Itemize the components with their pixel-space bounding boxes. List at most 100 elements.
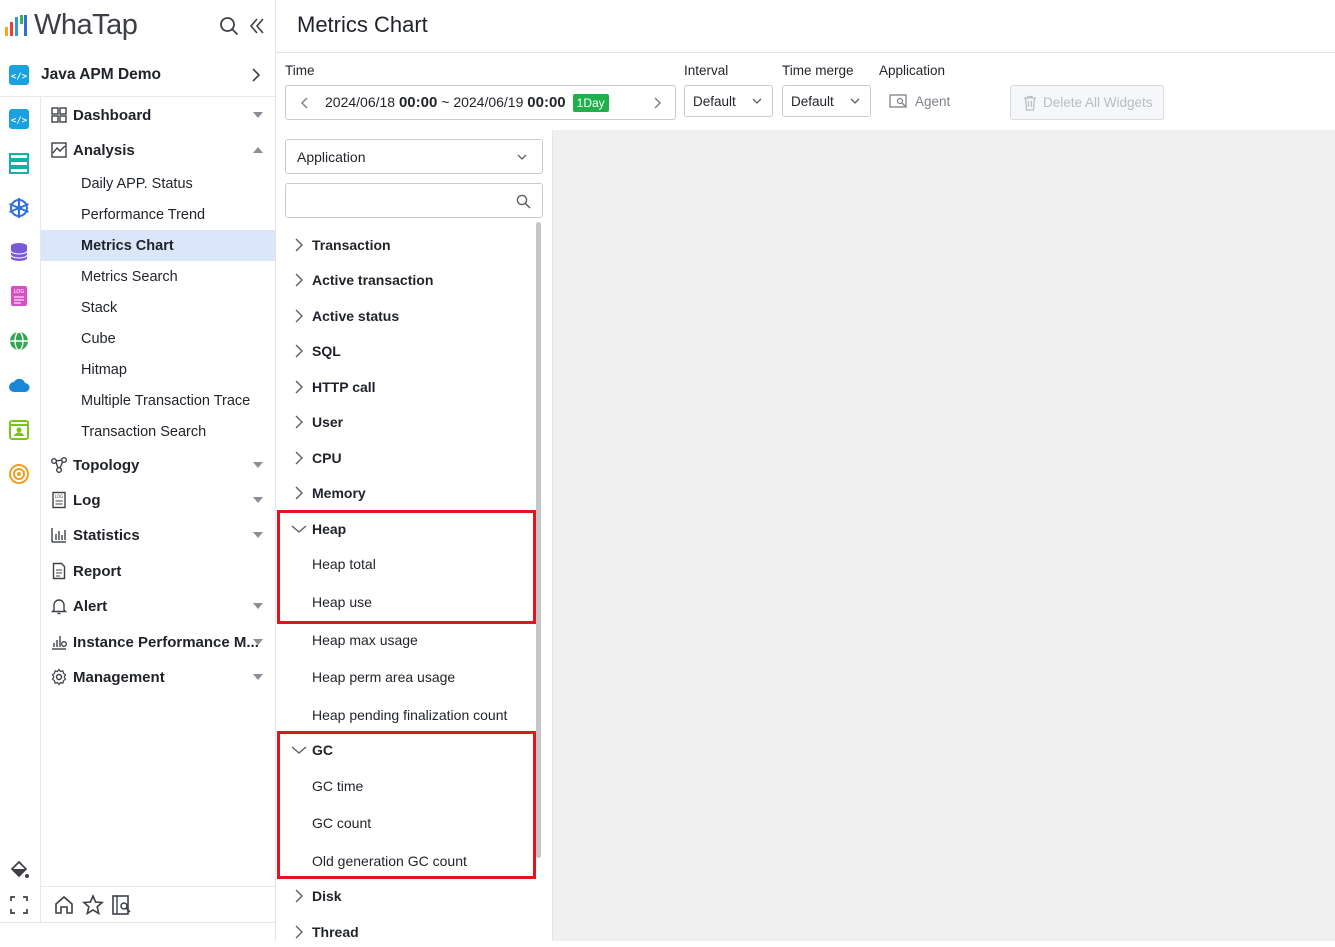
menu-label: Log [73,491,101,509]
submenu-metrics-chart[interactable]: Metrics Chart [41,230,275,261]
database-icon[interactable] [8,241,30,263]
star-icon[interactable] [82,894,104,916]
logo-text: WhaTap [34,8,138,41]
report-icon [52,562,66,580]
metric-category-transaction[interactable]: Transaction [285,230,535,260]
time-end-hm: 00:00 [527,94,566,111]
statistics-icon [51,528,66,543]
time-merge-value: Default [791,93,834,109]
delete-all-widgets-button[interactable]: Delete All Widgets [1010,85,1164,120]
caret-down-icon [253,603,263,609]
submenu-transaction-search[interactable]: Transaction Search [41,416,275,447]
menu-log[interactable]: LOG Log [41,483,275,517]
cloud-icon[interactable] [8,374,30,396]
search-icon [516,194,531,209]
bell-icon [50,599,68,615]
metric-category-cpu[interactable]: CPU [285,443,535,473]
gear-icon [51,668,67,686]
divider [275,0,276,941]
metric-category-sql[interactable]: SQL [285,336,535,366]
metric-category-disk[interactable]: Disk [285,881,535,911]
submenu-multiple-transaction-trace[interactable]: Multiple Transaction Trace [41,385,275,416]
home-icon[interactable] [53,894,75,916]
chevron-down-icon [752,98,762,104]
server-icon[interactable] [8,152,30,174]
metric-search-input[interactable] [285,183,543,218]
submenu-stack[interactable]: Stack [41,292,275,323]
chevron-right-icon [295,380,303,394]
interval-select[interactable]: Default [684,85,773,117]
menu-analysis[interactable]: Analysis [41,133,275,167]
menu-topology[interactable]: Topology [41,448,275,482]
submenu-metrics-search[interactable]: Metrics Search [41,261,275,292]
kubernetes-icon[interactable] [8,197,30,219]
submenu-hitmap[interactable]: Hitmap [41,354,275,385]
metric-category-active-transaction[interactable]: Active transaction [285,265,535,295]
search-page-icon[interactable] [111,894,133,916]
caret-down-icon [253,532,263,538]
metric-category-memory[interactable]: Memory [285,478,535,508]
metric-category-thread[interactable]: Thread [285,917,535,947]
submenu-performance-trend[interactable]: Performance Trend [41,199,275,230]
divider [0,922,275,923]
menu-statistics[interactable]: Statistics [41,518,275,552]
menu-instance-performance[interactable]: Instance Performance M... [41,625,275,659]
time-range-picker[interactable]: 2024/06/18 00:00 ~ 2024/06/19 00:00 1Day [285,85,676,120]
time-range-text[interactable]: 2024/06/18 00:00 ~ 2024/06/19 00:00 [325,94,566,111]
project-name[interactable]: Java APM Demo [41,66,161,84]
fullscreen-icon[interactable] [8,894,30,916]
network-icon[interactable] [8,463,30,485]
time-separator: ~ [441,94,450,110]
divider [276,52,1335,53]
chevron-right-icon [295,238,303,252]
metric-category-select[interactable]: Application [285,139,543,174]
chevron-right-icon [295,273,303,287]
chevron-right-icon[interactable] [250,67,262,83]
interval-value: Default [693,93,736,109]
metric-item-heap-max-usage[interactable]: Heap max usage [312,625,418,655]
menu-label: Report [73,562,122,580]
collapse-sidebar-icon[interactable] [249,17,265,35]
metric-category-user[interactable]: User [285,407,535,437]
widget-canvas[interactable] [553,130,1335,941]
agent-search-icon [889,94,907,108]
browser-icon[interactable] [8,419,30,441]
chevron-left-icon[interactable] [295,95,315,111]
metric-item-heap-pending-finalization-count[interactable]: Heap pending finalization count [312,700,507,730]
application-label: Application [879,63,946,78]
metric-category-http-call[interactable]: HTTP call [285,372,535,402]
agent-select-button[interactable]: Agent [889,90,950,112]
category-label: Active status [312,308,400,324]
theme-paint-icon[interactable] [8,859,30,881]
whatap-logo[interactable]: WhaTap [4,8,154,42]
java-apm-icon[interactable]: </> [8,108,30,130]
menu-alert[interactable]: Alert [41,589,275,623]
log-service-icon[interactable]: LOG [8,285,30,307]
menu-management[interactable]: Management [41,660,275,694]
menu-label: Statistics [73,526,140,544]
svg-text:</>: </> [11,116,28,126]
time-merge-select[interactable]: Default [782,85,871,117]
category-label: Transaction [312,237,391,253]
category-label: Thread [312,924,359,940]
category-label: Active transaction [312,272,434,288]
chevron-right-icon [295,486,303,500]
agent-label: Agent [915,93,951,109]
search-icon[interactable] [219,16,239,36]
menu-dashboard[interactable]: Dashboard [41,98,275,132]
caret-down-icon [253,639,263,645]
metric-item-heap-perm-area-usage[interactable]: Heap perm area usage [312,662,455,692]
submenu-daily-app-status[interactable]: Daily APP. Status [41,168,275,199]
category-label: User [312,414,344,430]
submenu-cube[interactable]: Cube [41,323,275,354]
chevron-right-icon[interactable] [647,95,667,111]
chevron-right-icon [295,451,303,465]
divider [552,130,553,941]
svg-text:LOG: LOG [55,494,63,499]
analysis-icon [51,142,67,158]
caret-down-icon [253,462,263,468]
scrollbar[interactable] [536,222,541,858]
url-monitoring-icon[interactable] [8,330,30,352]
menu-report[interactable]: Report [41,554,275,588]
metric-category-active-status[interactable]: Active status [285,301,535,331]
